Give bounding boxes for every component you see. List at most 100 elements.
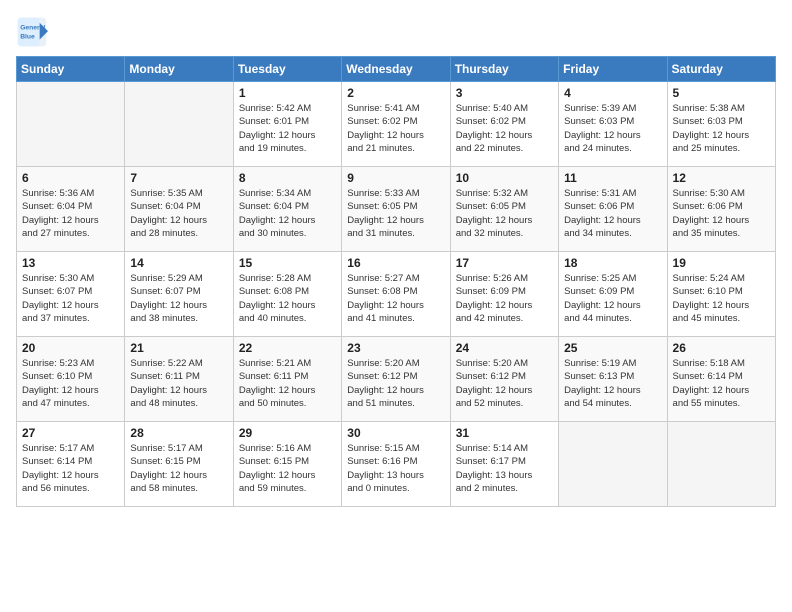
calendar-cell: 20 Sunrise: 5:23 AM Sunset: 6:10 PM Dayli… <box>17 337 125 422</box>
day-info: Sunrise: 5:34 AM Sunset: 6:04 PM Dayligh… <box>239 187 336 240</box>
day-number: 30 <box>347 426 444 440</box>
calendar-cell: 2Sunrise: 5:41 AM Sunset: 6:02 PM Daylig… <box>342 82 450 167</box>
calendar-cell <box>125 82 233 167</box>
calendar-cell: 25 Sunrise: 5:19 AM Sunset: 6:13 PM Dayli… <box>559 337 667 422</box>
calendar-cell: 6 Sunrise: 5:36 AM Sunset: 6:04 PM Daylig… <box>17 167 125 252</box>
day-number: 2 <box>347 86 444 100</box>
day-info: Sunrise: 5:33 AM Sunset: 6:05 PM Dayligh… <box>347 187 444 240</box>
day-number: 3 <box>456 86 553 100</box>
page-header: General Blue <box>16 16 776 48</box>
calendar-cell: 12 Sunrise: 5:30 AM Sunset: 6:06 PM Dayli… <box>667 167 775 252</box>
calendar-week-row: 1Sunrise: 5:42 AM Sunset: 6:01 PM Daylig… <box>17 82 776 167</box>
day-info: Sunrise: 5:25 AM Sunset: 6:09 PM Dayligh… <box>564 272 661 325</box>
weekday-header: Monday <box>125 57 233 82</box>
calendar-week-row: 20 Sunrise: 5:23 AM Sunset: 6:10 PM Dayli… <box>17 337 776 422</box>
day-number: 16 <box>347 256 444 270</box>
calendar-header: SundayMondayTuesdayWednesdayThursdayFrid… <box>17 57 776 82</box>
calendar-week-row: 27Sunrise: 5:17 AM Sunset: 6:14 PM Dayli… <box>17 422 776 507</box>
day-number: 25 <box>564 341 661 355</box>
calendar-cell <box>17 82 125 167</box>
calendar-cell: 9 Sunrise: 5:33 AM Sunset: 6:05 PM Daylig… <box>342 167 450 252</box>
calendar-cell: 8 Sunrise: 5:34 AM Sunset: 6:04 PM Daylig… <box>233 167 341 252</box>
day-info: Sunrise: 5:27 AM Sunset: 6:08 PM Dayligh… <box>347 272 444 325</box>
day-number: 14 <box>130 256 227 270</box>
calendar-cell: 15 Sunrise: 5:28 AM Sunset: 6:08 PM Dayli… <box>233 252 341 337</box>
day-number: 23 <box>347 341 444 355</box>
day-info: Sunrise: 5:26 AM Sunset: 6:09 PM Dayligh… <box>456 272 553 325</box>
calendar-cell: 10Sunrise: 5:32 AM Sunset: 6:05 PM Dayli… <box>450 167 558 252</box>
day-info: Sunrise: 5:14 AM Sunset: 6:17 PM Dayligh… <box>456 442 553 495</box>
day-number: 13 <box>22 256 119 270</box>
day-number: 15 <box>239 256 336 270</box>
day-number: 11 <box>564 171 661 185</box>
day-info: Sunrise: 5:20 AM Sunset: 6:12 PM Dayligh… <box>456 357 553 410</box>
calendar-cell: 16 Sunrise: 5:27 AM Sunset: 6:08 PM Dayli… <box>342 252 450 337</box>
day-number: 10 <box>456 171 553 185</box>
day-number: 8 <box>239 171 336 185</box>
svg-text:Blue: Blue <box>20 34 35 41</box>
day-info: Sunrise: 5:19 AM Sunset: 6:13 PM Dayligh… <box>564 357 661 410</box>
day-number: 22 <box>239 341 336 355</box>
calendar-cell: 4 Sunrise: 5:39 AM Sunset: 6:03 PM Daylig… <box>559 82 667 167</box>
weekday-header: Tuesday <box>233 57 341 82</box>
day-number: 31 <box>456 426 553 440</box>
calendar-cell: 26 Sunrise: 5:18 AM Sunset: 6:14 PM Dayli… <box>667 337 775 422</box>
weekday-header: Thursday <box>450 57 558 82</box>
day-number: 12 <box>673 171 770 185</box>
calendar-week-row: 6 Sunrise: 5:36 AM Sunset: 6:04 PM Daylig… <box>17 167 776 252</box>
day-info: Sunrise: 5:31 AM Sunset: 6:06 PM Dayligh… <box>564 187 661 240</box>
calendar-cell: 31 Sunrise: 5:14 AM Sunset: 6:17 PM Dayli… <box>450 422 558 507</box>
calendar-table: SundayMondayTuesdayWednesdayThursdayFrid… <box>16 56 776 507</box>
weekday-header: Saturday <box>667 57 775 82</box>
calendar-cell: 24 Sunrise: 5:20 AM Sunset: 6:12 PM Dayli… <box>450 337 558 422</box>
day-info: Sunrise: 5:17 AM Sunset: 6:14 PM Dayligh… <box>22 442 119 495</box>
day-info: Sunrise: 5:40 AM Sunset: 6:02 PM Dayligh… <box>456 102 553 155</box>
day-number: 24 <box>456 341 553 355</box>
day-number: 21 <box>130 341 227 355</box>
calendar-cell: 1Sunrise: 5:42 AM Sunset: 6:01 PM Daylig… <box>233 82 341 167</box>
calendar-cell: 22 Sunrise: 5:21 AM Sunset: 6:11 PM Dayli… <box>233 337 341 422</box>
calendar-cell <box>559 422 667 507</box>
weekday-header: Friday <box>559 57 667 82</box>
day-info: Sunrise: 5:36 AM Sunset: 6:04 PM Dayligh… <box>22 187 119 240</box>
day-info: Sunrise: 5:28 AM Sunset: 6:08 PM Dayligh… <box>239 272 336 325</box>
day-info: Sunrise: 5:42 AM Sunset: 6:01 PM Dayligh… <box>239 102 336 155</box>
day-number: 26 <box>673 341 770 355</box>
day-number: 6 <box>22 171 119 185</box>
calendar-cell: 19 Sunrise: 5:24 AM Sunset: 6:10 PM Dayli… <box>667 252 775 337</box>
day-info: Sunrise: 5:15 AM Sunset: 6:16 PM Dayligh… <box>347 442 444 495</box>
day-number: 20 <box>22 341 119 355</box>
calendar-cell: 11 Sunrise: 5:31 AM Sunset: 6:06 PM Dayli… <box>559 167 667 252</box>
day-info: Sunrise: 5:30 AM Sunset: 6:07 PM Dayligh… <box>22 272 119 325</box>
day-info: Sunrise: 5:16 AM Sunset: 6:15 PM Dayligh… <box>239 442 336 495</box>
calendar-cell <box>667 422 775 507</box>
calendar-cell: 21Sunrise: 5:22 AM Sunset: 6:11 PM Dayli… <box>125 337 233 422</box>
day-info: Sunrise: 5:30 AM Sunset: 6:06 PM Dayligh… <box>673 187 770 240</box>
day-info: Sunrise: 5:39 AM Sunset: 6:03 PM Dayligh… <box>564 102 661 155</box>
day-number: 28 <box>130 426 227 440</box>
logo: General Blue <box>16 16 52 48</box>
day-info: Sunrise: 5:29 AM Sunset: 6:07 PM Dayligh… <box>130 272 227 325</box>
day-info: Sunrise: 5:17 AM Sunset: 6:15 PM Dayligh… <box>130 442 227 495</box>
calendar-cell: 30 Sunrise: 5:15 AM Sunset: 6:16 PM Dayli… <box>342 422 450 507</box>
logo-icon: General Blue <box>16 16 48 48</box>
day-info: Sunrise: 5:18 AM Sunset: 6:14 PM Dayligh… <box>673 357 770 410</box>
calendar-cell: 17Sunrise: 5:26 AM Sunset: 6:09 PM Dayli… <box>450 252 558 337</box>
day-info: Sunrise: 5:23 AM Sunset: 6:10 PM Dayligh… <box>22 357 119 410</box>
day-number: 7 <box>130 171 227 185</box>
calendar-cell: 27Sunrise: 5:17 AM Sunset: 6:14 PM Dayli… <box>17 422 125 507</box>
day-number: 9 <box>347 171 444 185</box>
day-info: Sunrise: 5:21 AM Sunset: 6:11 PM Dayligh… <box>239 357 336 410</box>
day-number: 29 <box>239 426 336 440</box>
calendar-cell: 14 Sunrise: 5:29 AM Sunset: 6:07 PM Dayli… <box>125 252 233 337</box>
day-number: 4 <box>564 86 661 100</box>
calendar-cell: 29 Sunrise: 5:16 AM Sunset: 6:15 PM Dayli… <box>233 422 341 507</box>
day-info: Sunrise: 5:20 AM Sunset: 6:12 PM Dayligh… <box>347 357 444 410</box>
calendar-cell: 7Sunrise: 5:35 AM Sunset: 6:04 PM Daylig… <box>125 167 233 252</box>
calendar-cell: 28 Sunrise: 5:17 AM Sunset: 6:15 PM Dayli… <box>125 422 233 507</box>
calendar-cell: 3 Sunrise: 5:40 AM Sunset: 6:02 PM Daylig… <box>450 82 558 167</box>
day-info: Sunrise: 5:24 AM Sunset: 6:10 PM Dayligh… <box>673 272 770 325</box>
calendar-week-row: 13 Sunrise: 5:30 AM Sunset: 6:07 PM Dayli… <box>17 252 776 337</box>
day-number: 5 <box>673 86 770 100</box>
day-number: 19 <box>673 256 770 270</box>
